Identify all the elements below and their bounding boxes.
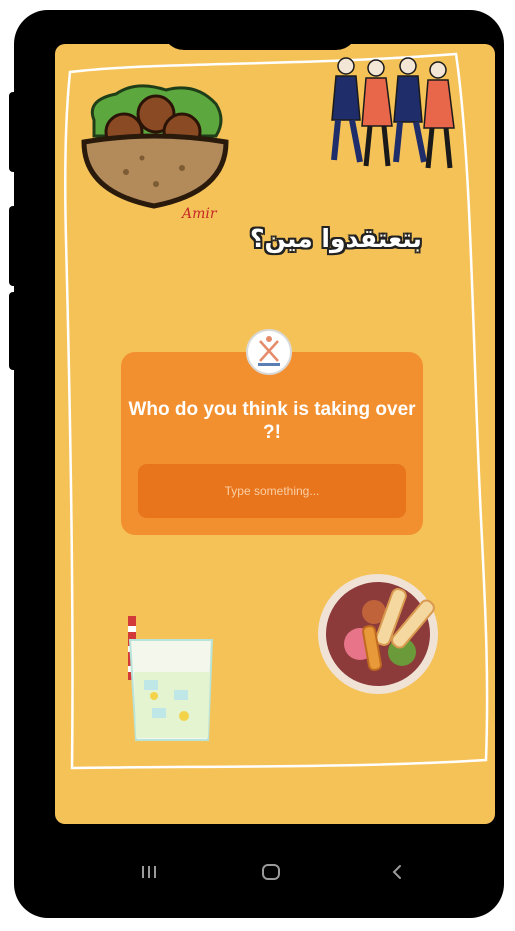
signature-text: Amir: [182, 206, 217, 222]
question-sticker-card[interactable]: Who do you think is taking over ?!: [121, 352, 423, 535]
recent-apps-button[interactable]: [119, 852, 179, 892]
system-nav-bar: [55, 832, 495, 904]
food-bowl-sticker: [318, 574, 438, 694]
home-icon: [262, 864, 280, 880]
camera-notch: [162, 10, 358, 50]
arabic-heading: بتعتقدوا مين؟: [250, 224, 422, 253]
dabke-dancers-sticker: [331, 57, 455, 169]
back-button[interactable]: [367, 852, 427, 892]
profile-avatar: [246, 329, 292, 375]
lemonade-glass-sticker: [128, 616, 214, 741]
back-icon: [392, 865, 401, 879]
question-text: Who do you think is taking over ?!: [128, 399, 416, 443]
recent-apps-icon: [142, 866, 156, 878]
falafel-sticker: [81, 84, 229, 209]
logo-icon: [258, 336, 280, 366]
home-button[interactable]: [241, 852, 301, 892]
answer-input[interactable]: [138, 464, 406, 518]
